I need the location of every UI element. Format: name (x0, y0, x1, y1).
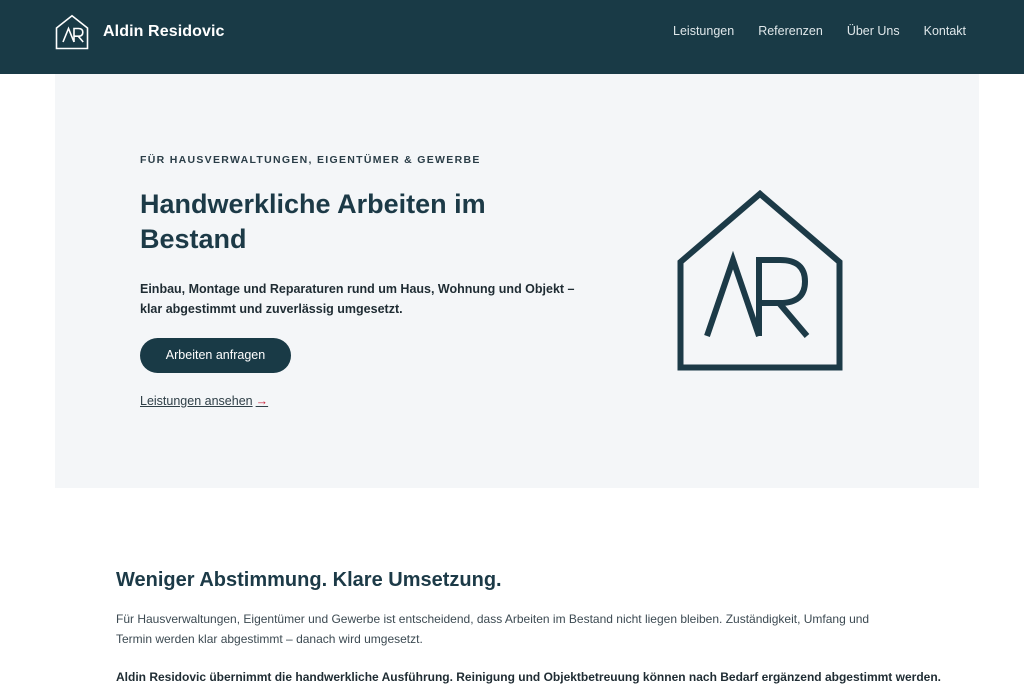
hero-eyebrow: FÜR HAUSVERWALTUNGEN, EIGENTÜMER & GEWER… (140, 154, 481, 166)
main-navigation: Leistungen Referenzen Über Uns Kontakt (673, 22, 966, 40)
intro-paragraph: Für Hausverwaltungen, Eigentümer und Gew… (116, 612, 870, 646)
intro-title: Weniger Abstimmung. Klare Umsetzung. (116, 569, 502, 591)
nav-link-kontakt[interactable]: Kontakt (924, 22, 966, 40)
brand-home-link[interactable]: Aldin Residovic (55, 14, 225, 50)
arrow-right-icon: → (255, 394, 269, 408)
hero-title: Handwerkliche Arbeiten im Bestand (140, 189, 486, 254)
hero-section: FÜR HAUSVERWALTUNGEN, EIGENTÜMER & GEWER… (55, 74, 979, 488)
nav-link-referenzen[interactable]: Referenzen (758, 22, 823, 40)
house-monogram-logo-icon (677, 190, 843, 371)
site-header: Aldin Residovic Leistungen Referenzen Üb… (0, 0, 1024, 74)
house-monogram-logo-icon (55, 14, 89, 50)
brand-name: Aldin Residovic (103, 23, 225, 40)
view-services-link-label: Leistungen ansehen (140, 394, 253, 408)
nav-link-ueber-uns[interactable]: Über Uns (847, 22, 900, 40)
view-services-link[interactable]: Leistungen ansehen → (140, 393, 268, 409)
hero-lead-text: Einbau, Montage und Reparaturen rund um … (140, 282, 575, 316)
request-work-button[interactable]: Arbeiten anfragen (140, 338, 291, 373)
nav-link-leistungen[interactable]: Leistungen (673, 22, 734, 40)
